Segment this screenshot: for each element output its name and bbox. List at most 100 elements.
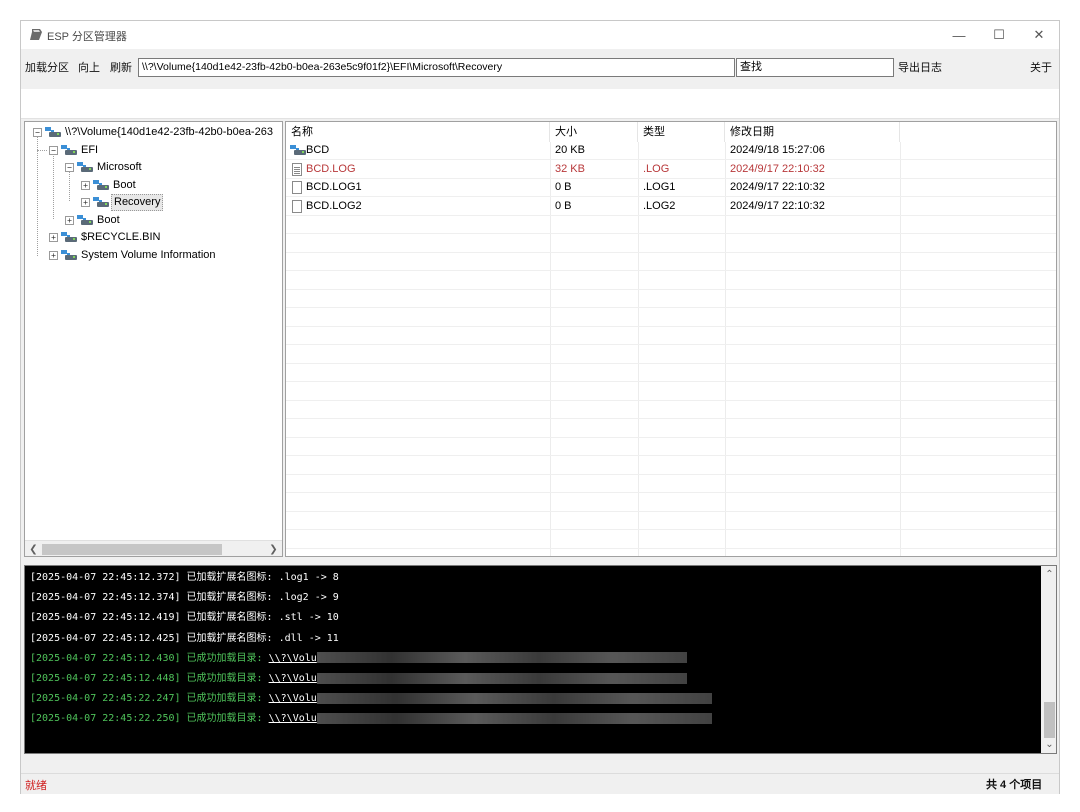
path-input[interactable]: \\?\Volume{140d1e42-23fb-42b0-b0ea-263e5… (138, 58, 735, 77)
app-icon (30, 29, 42, 40)
collapse-icon[interactable]: − (33, 128, 42, 137)
about-button[interactable]: 关于 (1030, 59, 1052, 77)
cell-date: 2024/9/17 22:10:32 (730, 199, 825, 212)
log-console[interactable]: [2025-04-07 22:45:12.372] 已加载扩展名图标: .log… (24, 565, 1057, 754)
drive-icon (77, 215, 93, 226)
scrollbar-thumb[interactable] (42, 544, 222, 555)
log-timestamp: [2025-04-07 22:45:12.430] (30, 652, 181, 664)
redacted-path (316, 712, 712, 724)
file-icon (292, 199, 302, 213)
log-path-link[interactable]: \\?\Volu (269, 653, 317, 664)
tree-node-recycle-bin[interactable]: + $RECYCLE.BIN (25, 229, 282, 246)
empty-table-row (286, 549, 1056, 556)
tree-horizontal-scrollbar[interactable]: ❮ ❯ (25, 540, 282, 556)
export-log-button[interactable]: 导出日志 (898, 59, 942, 77)
minimize-button[interactable]: — (939, 21, 979, 49)
drive-icon (45, 127, 61, 138)
cell-name: BCD (306, 144, 330, 156)
empty-table-row (286, 512, 1056, 530)
empty-table-row (286, 346, 1056, 364)
table-row[interactable]: BCD.LOG1 0 B .LOG1 2024/9/17 22:10:32 (286, 179, 1056, 197)
log-line: [2025-04-07 22:45:12.419] 已加载扩展名图标: .stl… (30, 608, 339, 628)
empty-table-row (286, 383, 1056, 401)
console-vertical-scrollbar[interactable]: ⌃ ⌄ (1041, 566, 1056, 753)
refresh-button[interactable]: 刷新 (110, 59, 132, 77)
close-button[interactable]: ✕ (1019, 21, 1059, 49)
expand-icon[interactable]: + (49, 251, 58, 260)
status-bar: 就绪 共 4 个项目 (21, 773, 1059, 794)
up-button[interactable]: 向上 (78, 59, 100, 77)
expand-icon[interactable]: + (81, 198, 90, 207)
collapse-icon[interactable]: − (49, 146, 58, 155)
log-message: 已成功加载目录: (186, 652, 263, 664)
log-message: 已加载扩展名图标: .log2 -> 9 (186, 592, 339, 604)
cell-size: 0 B (555, 199, 572, 212)
search-input[interactable]: 查找 (736, 58, 894, 77)
tree-node-root[interactable]: − \\?\Volume{140d1e42-23fb-42b0-b0ea-263 (25, 124, 282, 141)
empty-table-row (286, 272, 1056, 290)
column-header-date[interactable]: 修改日期 (725, 122, 900, 142)
cell-size: 20 KB (555, 144, 585, 156)
cell-name: BCD.LOG1 (306, 181, 362, 193)
expand-icon[interactable]: + (81, 181, 90, 190)
redacted-path (316, 672, 687, 684)
scrollbar-thumb[interactable] (1044, 702, 1055, 738)
log-path-link[interactable]: \\?\Volu (269, 713, 317, 724)
cell-type: .LOG2 (643, 199, 676, 212)
column-header-type[interactable]: 类型 (638, 122, 725, 142)
list-header: 名称 大小 类型 修改日期 (286, 122, 1056, 142)
cell-date: 2024/9/17 22:10:32 (730, 162, 825, 175)
tree-node-microsoft[interactable]: − Microsoft (25, 159, 282, 176)
column-header-name[interactable]: 名称 (286, 122, 550, 142)
title-bar: ESP 分区管理器 — ☐ ✕ (21, 21, 1059, 49)
tree-label: Boot (113, 179, 136, 191)
empty-table-row (286, 475, 1056, 493)
log-timestamp: [2025-04-07 22:45:12.425] (30, 632, 181, 644)
drive-icon (93, 197, 109, 208)
log-path-link[interactable]: \\?\Volu (269, 693, 317, 704)
scroll-down-icon[interactable]: ⌄ (1041, 736, 1056, 753)
table-row[interactable]: BCD.LOG 32 KB .LOG 2024/9/17 22:10:32 (286, 161, 1056, 179)
table-row[interactable]: BCD 20 KB 2024/9/18 15:27:06 (286, 142, 1056, 160)
cell-date: 2024/9/18 15:27:06 (730, 144, 825, 156)
scroll-right-icon[interactable]: ❯ (265, 541, 282, 556)
cell-type: .LOG1 (643, 181, 676, 193)
log-message: 已加载扩展名图标: .log1 -> 8 (186, 572, 339, 583)
log-timestamp: [2025-04-07 22:45:22.250] (30, 713, 181, 725)
drive-icon (93, 180, 109, 191)
scroll-left-icon[interactable]: ❮ (25, 541, 42, 556)
drive-icon (61, 232, 77, 243)
maximize-button[interactable]: ☐ (979, 21, 1019, 49)
table-row[interactable]: BCD.LOG2 0 B .LOG2 2024/9/17 22:10:32 (286, 198, 1056, 216)
load-partition-button[interactable]: 加载分区 (25, 59, 69, 77)
tree-node-efi-boot[interactable]: + Boot (25, 212, 282, 229)
status-ready-text: 就绪 (25, 780, 47, 792)
redacted-path (316, 692, 712, 704)
tree-node-efi[interactable]: − EFI (25, 142, 282, 159)
folder-tree[interactable]: − \\?\Volume{140d1e42-23fb-42b0-b0ea-263… (24, 121, 283, 557)
drive-icon (61, 250, 77, 261)
empty-table-row (286, 327, 1056, 345)
log-path-link[interactable]: \\?\Volu (269, 673, 317, 684)
scroll-up-icon[interactable]: ⌃ (1041, 566, 1056, 583)
tree-node-system-volume-information[interactable]: + System Volume Information (25, 247, 282, 264)
collapse-icon[interactable]: − (65, 163, 74, 172)
column-header-size[interactable]: 大小 (550, 122, 638, 142)
cell-date: 2024/9/17 22:10:32 (730, 181, 825, 193)
expand-icon[interactable]: + (49, 233, 58, 242)
expand-icon[interactable]: + (65, 216, 74, 225)
empty-table-row (286, 290, 1056, 308)
file-icon (292, 181, 302, 194)
empty-table-row (286, 420, 1056, 438)
tree-node-recovery[interactable]: + Recovery (25, 194, 282, 211)
empty-table-row (286, 438, 1056, 456)
drive-icon (61, 145, 77, 156)
log-timestamp: [2025-04-07 22:45:12.372] (30, 572, 181, 583)
drive-icon (290, 145, 306, 156)
log-line: [2025-04-07 22:45:22.247] 已成功加载目录: \\?\V… (30, 689, 712, 709)
cell-name: BCD.LOG (306, 162, 356, 175)
file-list[interactable]: 名称 大小 类型 修改日期 BCD 20 KB 2024/9/18 15:27:06… (285, 121, 1057, 557)
tree-label: $RECYCLE.BIN (81, 231, 161, 243)
tree-node-microsoft-boot[interactable]: + Boot (25, 177, 282, 194)
empty-table-row (286, 364, 1056, 382)
